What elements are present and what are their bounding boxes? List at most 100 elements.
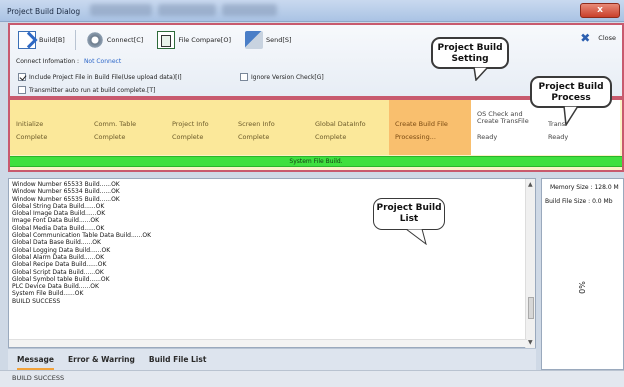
- build-log-panel: Window Number 65533 Build......OK Window …: [8, 178, 536, 349]
- toolbar-separator: [74, 30, 76, 50]
- callout-project-build-setting: Project Build Setting: [431, 37, 509, 69]
- gear-connect-icon: [85, 31, 104, 49]
- build-percent: 0%: [577, 281, 587, 294]
- process-step-name: Initialize: [16, 120, 44, 128]
- close-button[interactable]: ✖ Close: [580, 31, 616, 45]
- process-step-name: Screen Info: [238, 120, 275, 128]
- callout-list-text: Project Build List: [376, 203, 442, 224]
- process-step-status: Complete: [238, 133, 270, 141]
- process-step-status: Ready: [477, 133, 498, 141]
- file-compare-button[interactable]: File Compare[O]: [153, 29, 235, 51]
- process-step-name: OS Check and Create TransFile: [477, 110, 529, 125]
- build-label: Build[B]: [39, 36, 65, 44]
- blurred-title-area: [222, 4, 277, 16]
- file-compare-icon: [157, 31, 176, 49]
- ignore-version-checkbox[interactable]: Ignore Version Check[G]: [240, 73, 324, 81]
- tab-build-file-list[interactable]: Build File List: [149, 355, 207, 370]
- process-step-status: Complete: [315, 133, 347, 141]
- log-line: Global Image Data Build......OK: [12, 210, 106, 218]
- log-vertical-scrollbar[interactable]: ▲ ▼: [525, 179, 535, 349]
- callout-list-tail: [405, 229, 427, 245]
- callout-setting-tail: [473, 67, 490, 81]
- scroll-down-arrow-icon[interactable]: ▼: [528, 339, 533, 346]
- process-step: OS Check and Create TransFile Ready: [471, 100, 542, 155]
- checkbox-unchecked[interactable]: [18, 86, 26, 94]
- auto-run-label: Transmitter auto run at build complete.[…: [29, 86, 156, 94]
- process-step: Project Info Complete: [166, 100, 232, 155]
- process-step-status: Ready: [548, 133, 569, 141]
- build-process-panel: Initialize Complete Comm. Table Complete Pro…: [8, 98, 624, 172]
- log-line: Global Communication Table Data Build...…: [12, 232, 152, 240]
- process-step: Comm. Table Complete: [88, 100, 166, 155]
- progress-bar: System File Build.: [10, 156, 622, 167]
- status-bar: BUILD SUCCESS: [0, 370, 624, 387]
- log-line: Window Number 65534 Build......OK: [12, 188, 120, 196]
- connect-info-label: Connect Infomation :: [16, 58, 80, 65]
- log-line: Global Script Data Build......OK: [12, 268, 104, 276]
- connect-button[interactable]: Connect[C]: [82, 29, 148, 51]
- log-line: System File Build......OK: [12, 290, 84, 298]
- process-step-name: Comm. Table: [94, 120, 137, 128]
- blurred-title-area: [158, 4, 216, 16]
- tab-error-warring[interactable]: Error & Warring: [68, 355, 135, 370]
- title-bar: Project Build Dialog x: [0, 0, 624, 22]
- log-tabs: Message Error & Warring Build File List: [8, 348, 536, 370]
- close-icon: ✖: [580, 31, 591, 45]
- checkbox-unchecked[interactable]: [240, 73, 248, 81]
- callout-project-build-list: Project Build List: [373, 198, 445, 230]
- send-button[interactable]: Send[S]: [241, 29, 296, 51]
- build-file-size: Build File Size : 0.0 Mb: [545, 198, 613, 205]
- callout-setting-text: Project Build Setting: [437, 43, 503, 64]
- log-line: PLC Device Data Build......OK: [12, 283, 99, 291]
- process-step-name: Project Info: [172, 120, 209, 128]
- connect-info-value: Not Connect: [83, 58, 122, 65]
- log-line: Global String Data Build......OK: [12, 202, 105, 210]
- callout-process-text: Project Build Process: [538, 82, 604, 103]
- log-line: Image Font Data Build......OK: [12, 217, 100, 225]
- checkbox-checked[interactable]: [18, 73, 26, 81]
- log-line: Global Logging Data Build......OK: [12, 246, 111, 254]
- connect-label: Connect[C]: [106, 36, 144, 44]
- log-line: Global Recipe Data Build......OK: [12, 261, 107, 269]
- auto-run-checkbox[interactable]: Transmitter auto run at build complete.[…: [18, 86, 155, 94]
- log-line: Global Data Base Build......OK: [12, 239, 101, 247]
- include-project-checkbox[interactable]: Include Project File in Build File(Use u…: [18, 73, 182, 81]
- build-info-panel: Memory Size : 128.0 M Build File Size : …: [541, 178, 624, 370]
- close-label: Close: [598, 34, 616, 42]
- log-line: Window Number 65533 Build......OK: [12, 181, 120, 188]
- process-step: Global DataInfo Complete: [309, 100, 389, 155]
- callout-project-build-process: Project Build Process: [530, 76, 612, 108]
- process-step-status: Complete: [16, 133, 48, 141]
- window-title: Project Build Dialog: [7, 7, 81, 16]
- process-step: Create Build File Processing...: [389, 100, 471, 155]
- process-step: Screen Info Complete: [232, 100, 309, 155]
- blurred-title-area: [90, 4, 152, 16]
- build-icon: [18, 31, 36, 49]
- process-step-name: Create Build File: [395, 120, 448, 128]
- send-label: Send[S]: [265, 36, 292, 44]
- process-step: Initialize Complete: [10, 100, 88, 155]
- process-steps: Initialize Complete Comm. Table Complete Pro…: [10, 100, 622, 155]
- connect-info: Connect Infomation : Not Connect: [16, 58, 121, 65]
- build-log-text: Window Number 65533 Build......OK Window …: [12, 181, 151, 305]
- log-horizontal-scrollbar[interactable]: [9, 339, 527, 347]
- include-project-label: Include Project File in Build File(Use u…: [29, 73, 182, 81]
- scroll-up-arrow-icon[interactable]: ▲: [528, 181, 533, 188]
- log-line: Global Symbol table Build......OK: [12, 275, 110, 283]
- build-button[interactable]: Build[B]: [14, 29, 69, 51]
- process-step-status: Complete: [94, 133, 126, 141]
- process-step-name: Trans: [548, 120, 566, 128]
- callout-process-tail: [563, 106, 579, 126]
- log-line: Window Number 65535 Build......OK: [12, 195, 120, 203]
- toolbar: Build[B] Connect[C] File Compare[O] Send…: [14, 29, 296, 53]
- log-line: Global Alarm Data Build......OK: [12, 253, 105, 261]
- scroll-thumb[interactable]: [528, 297, 534, 319]
- process-step-status: Processing...: [395, 133, 436, 141]
- process-step-status: Complete: [172, 133, 204, 141]
- progress-label: System File Build.: [289, 158, 343, 165]
- send-icon: [244, 31, 263, 49]
- memory-size: Memory Size : 128.0 M: [550, 184, 619, 191]
- tab-message[interactable]: Message: [17, 355, 54, 370]
- log-line: BUILD SUCCESS: [12, 297, 61, 305]
- window-close-button[interactable]: x: [580, 3, 620, 18]
